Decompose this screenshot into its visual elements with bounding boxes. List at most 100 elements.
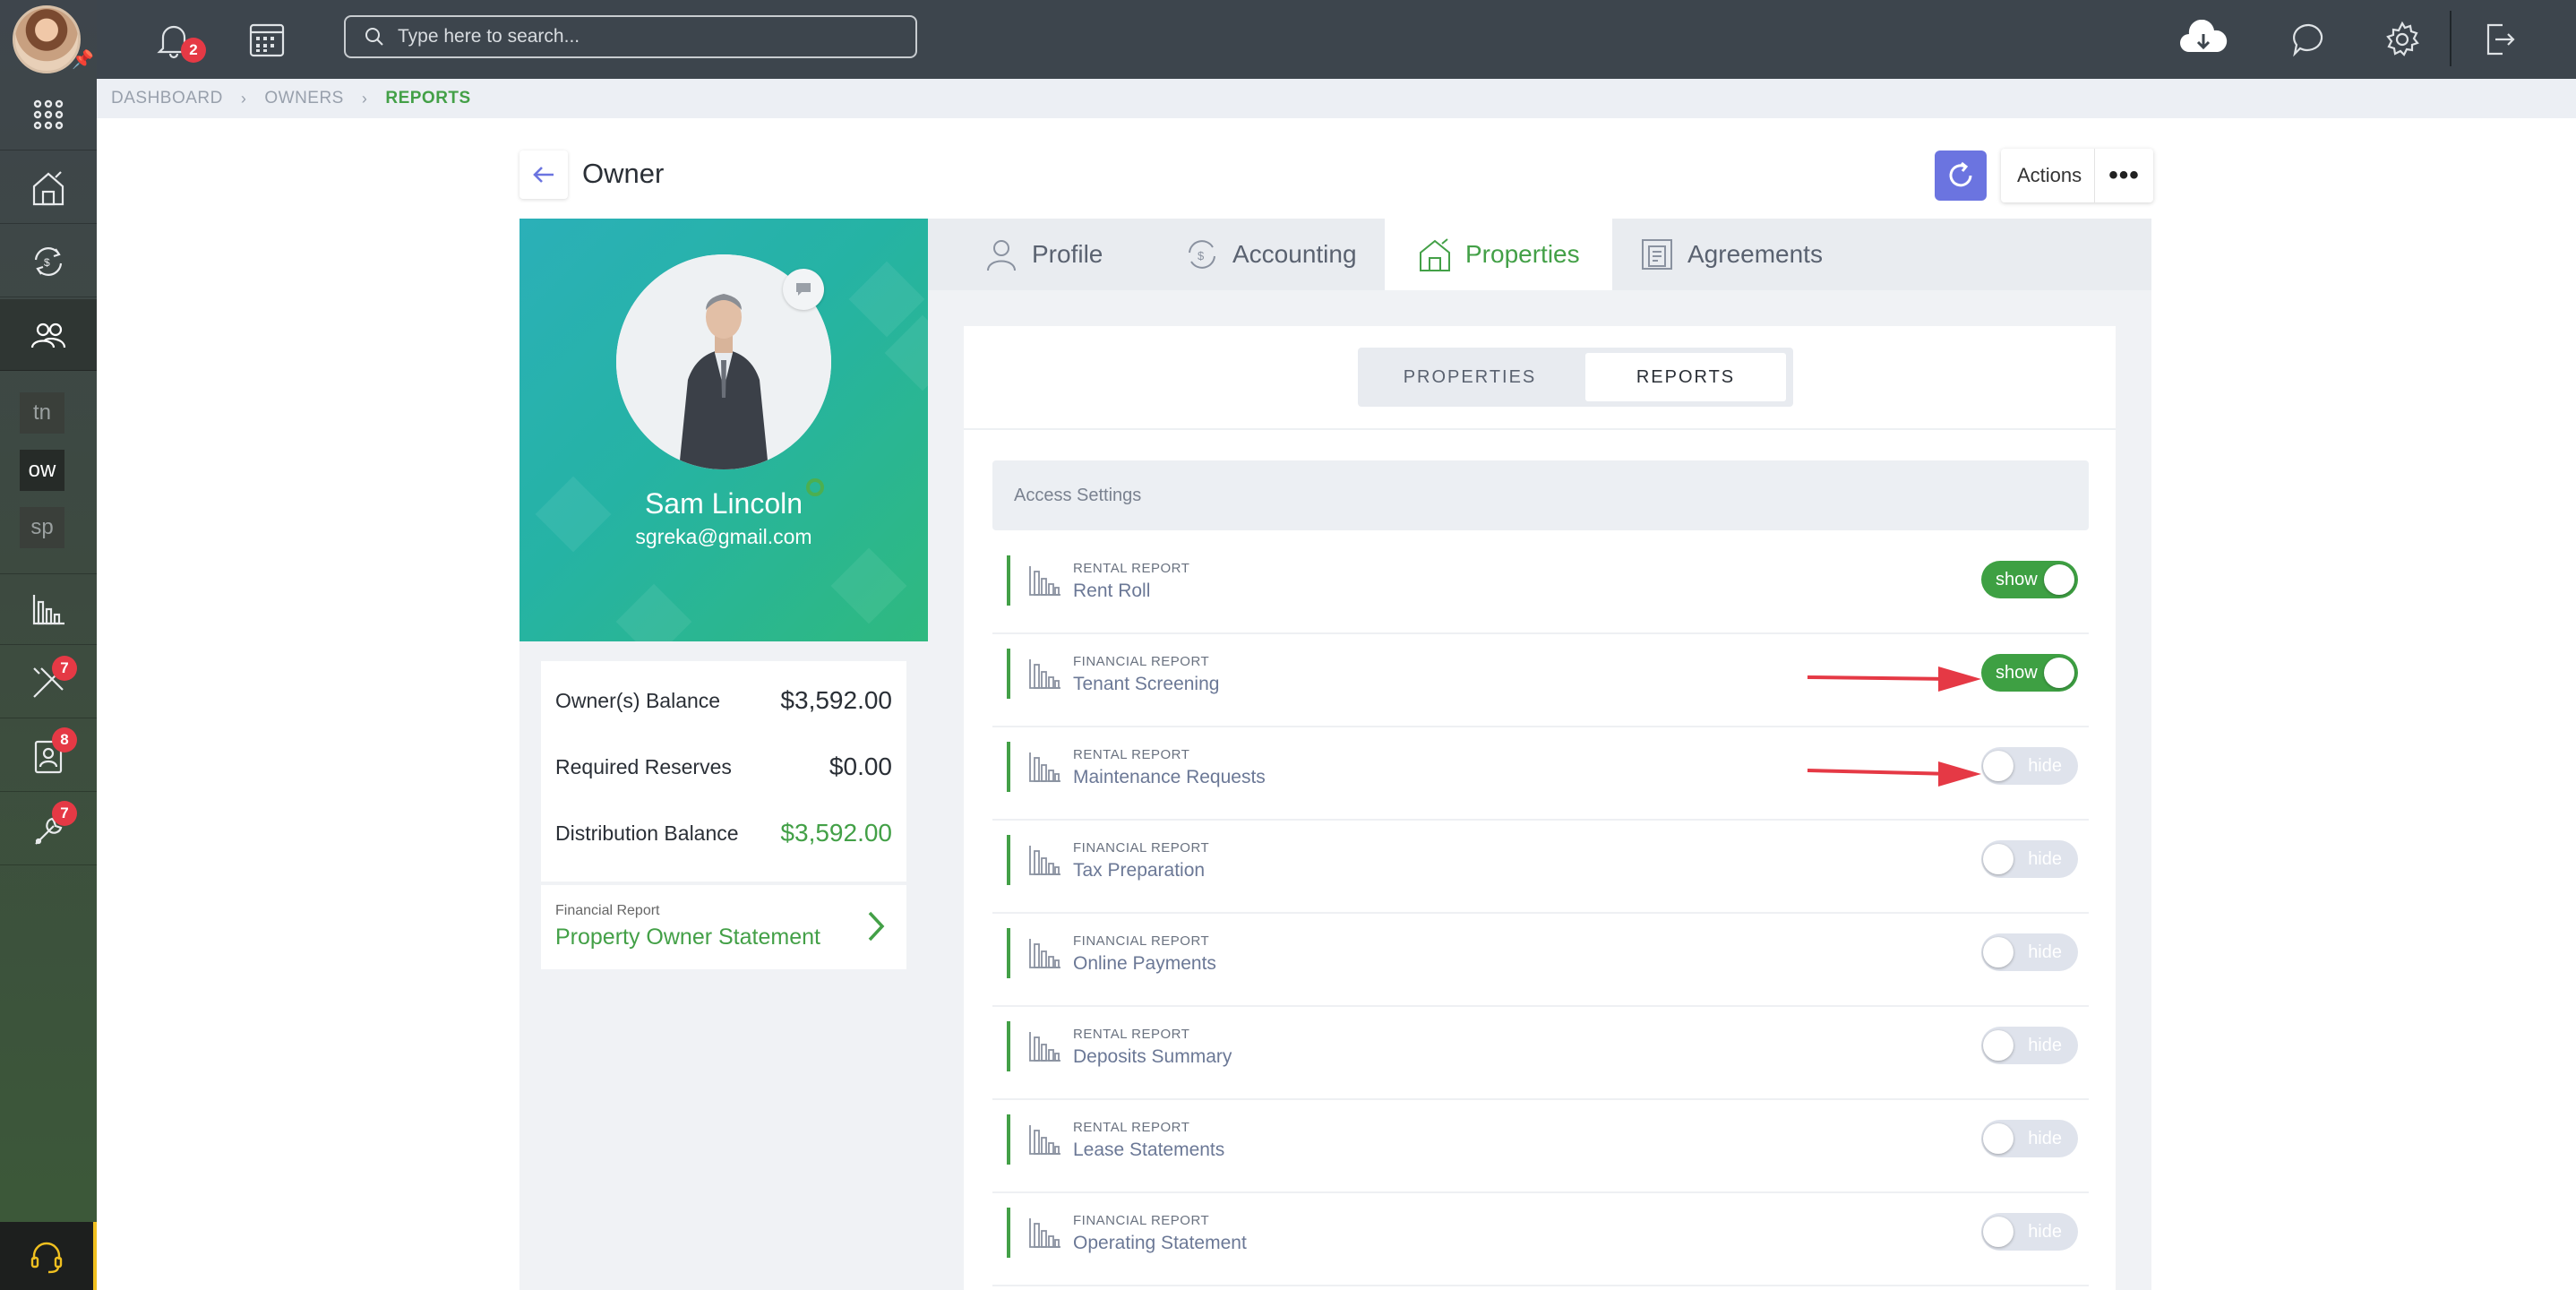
notifications-badge: 2 [181, 38, 206, 63]
topbar-divider [2450, 11, 2451, 66]
toggle-knob [1983, 844, 2014, 874]
visibility-toggle[interactable]: hide [1981, 840, 2078, 878]
report-name: Tax Preparation [1073, 860, 1206, 881]
download-cloud-icon[interactable] [2175, 16, 2232, 63]
pin-icon[interactable]: 📌 [72, 48, 94, 71]
report-type: FINANCIAL REPORT [1073, 840, 1210, 856]
report-type: RENTAL REPORT [1073, 561, 1190, 576]
report-name: Online Payments [1073, 953, 1216, 974]
subtab-reports[interactable]: REPORTS [1585, 353, 1786, 401]
visibility-toggle[interactable]: show [1981, 561, 2078, 598]
visibility-toggle[interactable]: hide [1981, 1213, 2078, 1251]
breadcrumb-owners[interactable]: OWNERS [264, 89, 344, 108]
owner-statement-link[interactable]: Financial Report Property Owner Statemen… [541, 885, 906, 969]
report-indicator-bar [1007, 555, 1010, 606]
properties-icon[interactable] [0, 152, 97, 224]
more-options-button[interactable]: ••• [2094, 149, 2153, 202]
balances-box: Owner(s) Balance $3,592.00 Required Rese… [541, 661, 906, 882]
balance-row: Owner(s) Balance $3,592.00 [555, 674, 892, 727]
report-row: RENTAL REPORT Deposits Summary hide [992, 1007, 2089, 1100]
page-title: Owner [582, 158, 665, 189]
bar-chart-icon [1026, 1215, 1062, 1255]
back-button[interactable] [519, 150, 568, 199]
search-field[interactable] [344, 15, 917, 58]
report-name: Lease Statements [1073, 1140, 1225, 1160]
toggle-state-label: hide [2028, 1128, 2062, 1148]
bar-chart-icon [1026, 1122, 1062, 1162]
tab-label: Accounting [1232, 240, 1357, 268]
owner-profile-card: Sam Lincoln sgreka@gmail.com [519, 219, 928, 641]
refresh-button[interactable] [1935, 150, 1987, 201]
accounting-cycle-icon[interactable]: $ [0, 226, 97, 297]
report-type: FINANCIAL REPORT [1073, 1213, 1210, 1228]
apps-grid-icon[interactable] [0, 79, 97, 150]
chat-icon[interactable] [2286, 16, 2332, 63]
bar-chart-icon [1026, 842, 1062, 882]
sidebar-item-ow[interactable]: ow [20, 450, 64, 491]
owner-name: Sam Lincoln [644, 487, 803, 520]
svg-text:$: $ [44, 256, 50, 269]
visibility-toggle[interactable]: hide [1981, 933, 2078, 971]
reports-chart-icon[interactable] [0, 573, 97, 645]
bar-chart-icon [1026, 935, 1062, 976]
toggle-knob [2044, 564, 2074, 595]
toggle-knob [1983, 751, 2014, 781]
logout-icon[interactable] [2476, 16, 2522, 63]
visibility-toggle[interactable]: show [1981, 654, 2078, 692]
toggle-knob [1983, 1030, 2014, 1061]
subtab-properties[interactable]: PROPERTIES [1363, 353, 1576, 401]
calendar-icon[interactable] [244, 16, 290, 63]
tab-agreements[interactable]: Agreements [1639, 219, 1823, 290]
report-row: RENTAL REPORT Lease Statements hide [992, 1100, 2089, 1193]
support-headset-icon[interactable] [0, 1222, 97, 1290]
report-indicator-bar [1007, 928, 1010, 978]
report-type: RENTAL REPORT [1073, 1027, 1190, 1042]
report-name: Maintenance Requests [1073, 767, 1266, 787]
chevron-right-icon: › [240, 89, 247, 108]
contacts-card-icon[interactable]: 8 [0, 720, 97, 792]
visibility-toggle[interactable]: hide [1981, 747, 2078, 785]
balance-value: $3,592.00 [780, 686, 892, 714]
bar-chart-icon [1026, 1028, 1062, 1069]
online-status-icon [806, 478, 824, 496]
tab-accounting[interactable]: $ Accounting [1184, 219, 1357, 290]
tools-icon[interactable]: 7 [0, 647, 97, 718]
maintenance-wrench-icon[interactable]: 7 [0, 794, 97, 865]
bar-chart-icon [1026, 563, 1062, 603]
chat-bubble-icon [796, 283, 811, 296]
sidebar-item-tn[interactable]: tn [20, 392, 64, 434]
sidebar: 📌 $ tn ow sp 7 8 7 [0, 0, 97, 1290]
message-owner-button[interactable] [783, 269, 824, 310]
chevron-right-icon [868, 911, 885, 942]
report-indicator-bar [1007, 742, 1010, 792]
tab-label: Profile [1032, 240, 1103, 268]
owners-people-icon[interactable] [0, 299, 97, 371]
maintenance-badge: 7 [52, 801, 77, 826]
actions-button[interactable]: Actions [2001, 164, 2094, 187]
toggle-state-label: hide [2028, 848, 2062, 869]
report-name: Deposits Summary [1073, 1046, 1232, 1067]
tab-properties[interactable]: Properties [1385, 219, 1612, 290]
toggle-state-label: show [1996, 569, 2038, 589]
toggle-knob [2044, 658, 2074, 688]
toggle-state-label: hide [2028, 942, 2062, 962]
visibility-toggle[interactable]: hide [1981, 1120, 2078, 1157]
owner-summary-panel: Owner(s) Balance $3,592.00 Required Rese… [519, 641, 928, 1290]
toggle-state-label: hide [2028, 1221, 2062, 1242]
decorative-shape [830, 547, 907, 624]
report-name: Tenant Screening [1073, 674, 1220, 694]
report-name: Operating Statement [1073, 1233, 1247, 1253]
search-icon [365, 28, 383, 46]
tab-profile[interactable]: Profile [983, 219, 1103, 290]
report-row: FINANCIAL REPORT Operating Statement hide [992, 1193, 2089, 1286]
breadcrumb-dashboard[interactable]: DASHBOARD [111, 89, 223, 108]
owner-email: sgreka@gmail.com [635, 525, 812, 548]
sidebar-item-sp[interactable]: sp [20, 507, 64, 548]
notifications-bell-icon[interactable]: 2 [150, 16, 206, 63]
user-avatar[interactable] [13, 5, 81, 73]
annotation-arrow [1807, 761, 1981, 787]
search-input[interactable] [398, 26, 899, 47]
visibility-toggle[interactable]: hide [1981, 1027, 2078, 1064]
settings-gear-icon[interactable] [2379, 16, 2426, 63]
refresh-icon [1949, 161, 1972, 187]
